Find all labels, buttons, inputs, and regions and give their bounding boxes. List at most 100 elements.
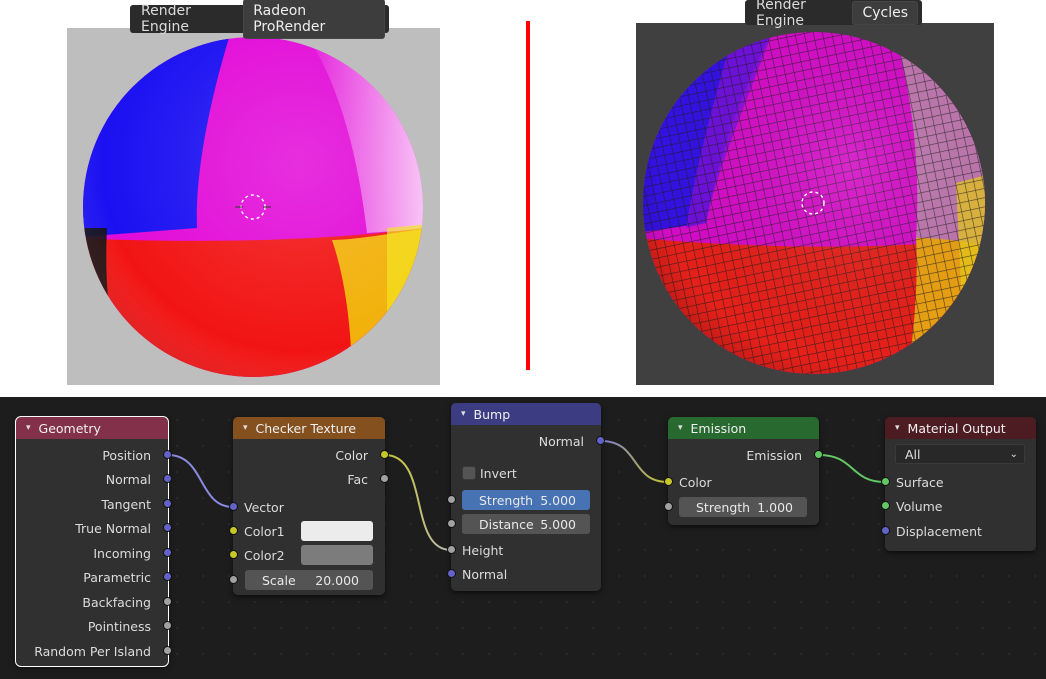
bump-node[interactable]: ▾ Bump Normal Invert Strength 5.000 Dist… xyxy=(447,403,605,591)
render-engine-value[interactable]: Radeon ProRender xyxy=(243,0,385,39)
socket-icon[interactable] xyxy=(163,523,172,532)
socket-icon[interactable] xyxy=(596,436,605,445)
socket-icon[interactable] xyxy=(163,548,172,557)
target-dropdown[interactable]: All ⌄ xyxy=(895,444,1025,464)
render-engine-selector[interactable]: Render Engine Radeon ProRender xyxy=(130,0,389,39)
output-true-normal: True Normal xyxy=(16,518,172,538)
node-title: Material Output xyxy=(907,420,1006,436)
checker-texture-node[interactable]: ▾ Checker Texture Color Fac Vector Color… xyxy=(229,417,389,595)
strength-value: 1.000 xyxy=(757,499,793,515)
socket-icon[interactable] xyxy=(664,502,673,511)
socket-icon[interactable] xyxy=(163,474,172,483)
shader-node-editor[interactable]: ▾ Geometry Position Normal Tangent True … xyxy=(0,397,1046,679)
output-random-per-island: Random Per Island xyxy=(16,641,172,661)
strength-label: Strength xyxy=(479,492,534,508)
socket-icon[interactable] xyxy=(881,501,890,510)
socket-icon[interactable] xyxy=(229,575,238,584)
output-emission: Emission xyxy=(668,445,823,465)
divider-line xyxy=(526,21,530,370)
socket-icon[interactable] xyxy=(229,550,238,559)
collapse-chevron-icon[interactable]: ▾ xyxy=(678,423,683,433)
socket-icon[interactable] xyxy=(163,450,172,459)
render-engine-label: Render Engine xyxy=(756,0,806,29)
strength-label: Strength xyxy=(696,499,751,515)
collapse-chevron-icon[interactable]: ▾ xyxy=(461,409,466,419)
cycles-render-preview xyxy=(636,23,994,385)
radeon-render-preview xyxy=(67,28,440,385)
input-color: Color xyxy=(664,472,819,492)
socket-icon[interactable] xyxy=(447,495,456,504)
strength-value: 5.000 xyxy=(540,492,576,508)
socket-icon[interactable] xyxy=(229,502,238,511)
scale-value: 20.000 xyxy=(315,572,359,588)
color1-swatch[interactable] xyxy=(301,521,373,541)
emission-strength-field[interactable]: Strength 1.000 xyxy=(679,497,807,517)
distance-value: 5.000 xyxy=(540,516,576,532)
scale-label: Scale xyxy=(262,572,296,588)
node-title: Geometry xyxy=(38,420,101,436)
scale-field[interactable]: Scale 20.000 xyxy=(245,570,373,590)
input-surface: Surface xyxy=(881,472,1036,492)
render-engine-value[interactable]: Cycles xyxy=(852,0,918,25)
emission-node-header[interactable]: ▾ Emission xyxy=(668,417,819,439)
output-normal: Normal xyxy=(16,469,172,489)
node-title: Checker Texture xyxy=(255,420,357,436)
input-displacement: Displacement xyxy=(881,521,1036,541)
input-volume: Volume xyxy=(881,496,1036,516)
socket-icon[interactable] xyxy=(447,519,456,528)
invert-checkbox[interactable] xyxy=(462,466,476,480)
socket-icon[interactable] xyxy=(881,477,890,486)
distance-field[interactable]: Distance 5.000 xyxy=(462,514,590,534)
emission-node[interactable]: ▾ Emission Emission Color Strength 1.000 xyxy=(664,417,823,525)
color2-swatch[interactable] xyxy=(301,545,373,565)
output-tangent: Tangent xyxy=(16,494,172,514)
chevron-down-icon: ⌄ xyxy=(1009,448,1018,460)
render-engine-selector-cycles[interactable]: Render Engine Cycles xyxy=(745,0,922,29)
sphere-render-bumped xyxy=(643,32,985,374)
collapse-chevron-icon[interactable]: ▾ xyxy=(895,423,900,433)
link-emission-to-surface xyxy=(818,454,886,483)
strength-field[interactable]: Strength 5.000 xyxy=(462,490,590,510)
input-height: Height xyxy=(447,540,601,560)
socket-icon[interactable] xyxy=(163,572,172,581)
node-title: Bump xyxy=(473,406,511,422)
link-normal-to-color xyxy=(600,440,669,483)
material-output-node-header[interactable]: ▾ Material Output xyxy=(885,417,1036,439)
socket-icon[interactable] xyxy=(664,477,673,486)
material-output-node[interactable]: ▾ Material Output All ⌄ Surface Volume D… xyxy=(881,417,1036,551)
socket-icon[interactable] xyxy=(814,450,823,459)
node-title: Emission xyxy=(690,420,747,436)
output-backfacing: Backfacing xyxy=(16,592,172,612)
socket-icon[interactable] xyxy=(229,526,238,535)
socket-icon[interactable] xyxy=(163,646,172,655)
target-value: All xyxy=(905,446,921,462)
render-engine-label: Render Engine xyxy=(141,3,191,35)
checker-node-header[interactable]: ▾ Checker Texture xyxy=(233,417,385,439)
output-incoming: Incoming xyxy=(16,543,172,563)
distance-label: Distance xyxy=(479,516,534,532)
output-color: Color xyxy=(233,445,389,465)
socket-icon[interactable] xyxy=(380,450,389,459)
socket-icon[interactable] xyxy=(163,597,172,606)
collapse-chevron-icon[interactable]: ▾ xyxy=(243,423,248,433)
input-normal: Normal xyxy=(447,564,601,584)
sphere-render-smooth xyxy=(83,37,423,377)
socket-icon[interactable] xyxy=(380,474,389,483)
socket-icon[interactable] xyxy=(447,545,456,554)
output-parametric: Parametric xyxy=(16,567,172,587)
link-color-to-height xyxy=(384,454,452,551)
geometry-node[interactable]: ▾ Geometry Position Normal Tangent True … xyxy=(15,416,172,667)
output-pointiness: Pointiness xyxy=(16,616,172,636)
bump-node-header[interactable]: ▾ Bump xyxy=(451,403,601,425)
socket-icon[interactable] xyxy=(447,569,456,578)
output-position: Position xyxy=(16,445,172,465)
invert-label: Invert xyxy=(480,465,517,481)
output-fac: Fac xyxy=(233,469,389,489)
geometry-node-header[interactable]: ▾ Geometry xyxy=(16,417,168,439)
output-normal: Normal xyxy=(451,431,605,451)
collapse-chevron-icon[interactable]: ▾ xyxy=(26,423,31,433)
input-vector: Vector xyxy=(229,497,385,517)
socket-icon[interactable] xyxy=(163,499,172,508)
socket-icon[interactable] xyxy=(881,526,890,535)
socket-icon[interactable] xyxy=(163,621,172,630)
